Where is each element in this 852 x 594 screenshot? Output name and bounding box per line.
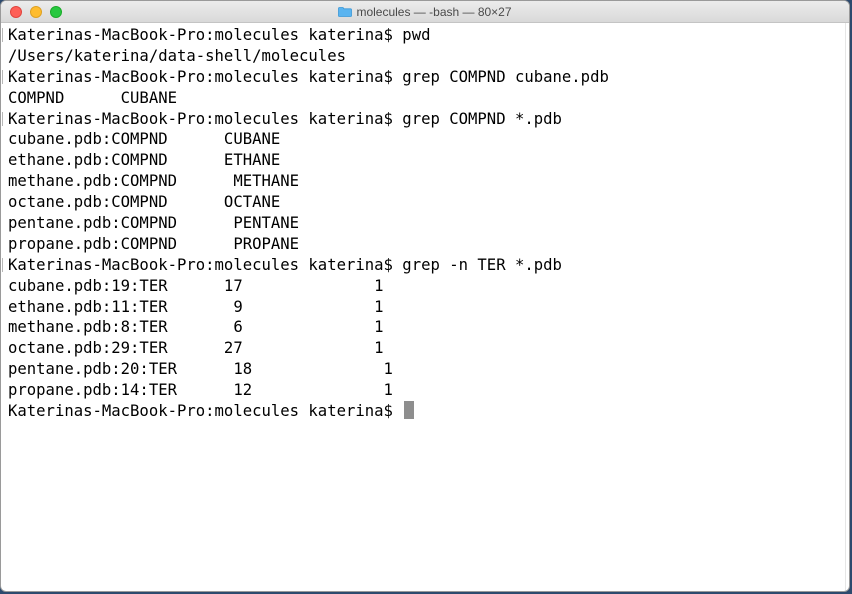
line-text: Katerinas-MacBook-Pro:molecules katerina… (8, 109, 562, 128)
output-line: pentane.pdb:COMPND PENTANE (8, 213, 842, 234)
text-cursor (404, 401, 415, 420)
output-line: ethane.pdb:11:TER 9 1 (8, 297, 842, 318)
output-line: COMPND CUBANE (8, 88, 842, 109)
line-text: Katerinas-MacBook-Pro:molecules katerina… (8, 402, 403, 421)
prompt-line: Katerinas-MacBook-Pro:molecules katerina… (2, 25, 842, 46)
output-line: propane.pdb:COMPND PROPANE (8, 234, 842, 255)
prompt-line: Katerinas-MacBook-Pro:molecules katerina… (2, 255, 842, 276)
prompt-mark (2, 111, 5, 126)
output-line: methane.pdb:8:TER 6 1 (8, 317, 842, 338)
terminal-window: molecules — -bash — 80×27 Katerinas-MacB… (0, 0, 850, 592)
line-text: methane.pdb:8:TER 6 1 (8, 318, 384, 337)
scrollbar-track[interactable] (845, 23, 849, 591)
line-text: octane.pdb:29:TER 27 1 (8, 339, 384, 358)
terminal-output[interactable]: Katerinas-MacBook-Pro:molecules katerina… (1, 23, 849, 591)
prompt-line: Katerinas-MacBook-Pro:molecules katerina… (8, 401, 842, 422)
prompt-mark (2, 69, 5, 84)
line-text: cubane.pdb:19:TER 17 1 (8, 276, 384, 295)
line-text: Katerinas-MacBook-Pro:molecules katerina… (8, 67, 609, 86)
window-title-text: molecules — -bash — 80×27 (356, 4, 512, 19)
folder-icon (338, 6, 353, 17)
prompt-mark (2, 257, 5, 272)
line-text: Katerinas-MacBook-Pro:molecules katerina… (8, 255, 562, 274)
window-title: molecules — -bash — 80×27 (1, 1, 849, 22)
line-text: propane.pdb:COMPND PROPANE (8, 234, 300, 253)
line-text: pentane.pdb:20:TER 18 1 (8, 360, 393, 379)
output-line: cubane.pdb:COMPND CUBANE (8, 129, 842, 150)
line-text: /Users/katerina/data-shell/molecules (8, 46, 346, 65)
line-text: methane.pdb:COMPND METHANE (8, 172, 300, 191)
output-line: /Users/katerina/data-shell/molecules (8, 46, 842, 67)
output-line: methane.pdb:COMPND METHANE (8, 171, 842, 192)
line-text: cubane.pdb:COMPND CUBANE (8, 130, 281, 149)
line-text: ethane.pdb:11:TER 9 1 (8, 297, 384, 316)
line-text: pentane.pdb:COMPND PENTANE (8, 214, 300, 233)
line-text: COMPND CUBANE (8, 88, 177, 107)
prompt-mark (2, 28, 5, 42)
line-text: octane.pdb:COMPND OCTANE (8, 193, 281, 212)
output-line: pentane.pdb:20:TER 18 1 (8, 359, 842, 380)
line-text: propane.pdb:14:TER 12 1 (8, 381, 393, 400)
output-line: ethane.pdb:COMPND ETHANE (8, 150, 842, 171)
output-line: octane.pdb:29:TER 27 1 (8, 338, 842, 359)
line-text: ethane.pdb:COMPND ETHANE (8, 151, 281, 170)
prompt-line: Katerinas-MacBook-Pro:molecules katerina… (2, 109, 842, 130)
line-text: Katerinas-MacBook-Pro:molecules katerina… (8, 26, 431, 44)
output-line: cubane.pdb:19:TER 17 1 (8, 276, 842, 297)
title-bar[interactable]: molecules — -bash — 80×27 (1, 1, 849, 23)
output-line: propane.pdb:14:TER 12 1 (8, 380, 842, 401)
prompt-line: Katerinas-MacBook-Pro:molecules katerina… (2, 67, 842, 88)
output-line: octane.pdb:COMPND OCTANE (8, 192, 842, 213)
